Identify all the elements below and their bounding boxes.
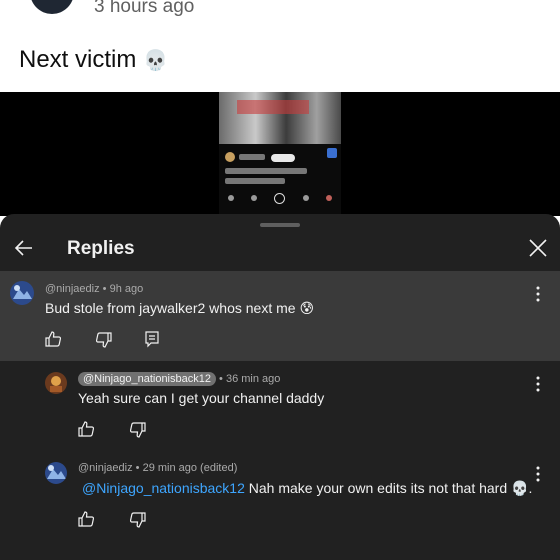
- skull-emoji: 💀: [511, 480, 529, 496]
- comment-time: 36 min ago: [225, 373, 281, 385]
- comment-icon[interactable]: [143, 330, 161, 348]
- skull-emoji: 💀: [143, 50, 168, 72]
- thumb-down-icon[interactable]: [129, 511, 147, 529]
- post-text-content: Next victim: [19, 46, 137, 73]
- replies-panel: Replies @ninjaediz • 9h ago Bud stole fr…: [0, 214, 560, 560]
- more-vertical-icon[interactable]: [535, 376, 541, 392]
- comment-meta: @Ninjago_nationisback12 • 36 min ago: [78, 372, 280, 386]
- comment-text: Yeah sure can I get your channel daddy: [78, 390, 325, 406]
- comment-author-chip[interactable]: @Ninjago_nationisback12: [78, 372, 216, 386]
- thumb-up-icon[interactable]: [44, 330, 62, 348]
- post-text: Next victim 💀: [19, 46, 168, 74]
- comment-meta: @ninjaediz • 29 min ago (edited): [78, 462, 238, 474]
- arrow-left-icon[interactable]: [12, 236, 36, 260]
- comment-author[interactable]: @ninjaediz: [78, 462, 133, 474]
- comment-meta: @ninjaediz • 9h ago: [45, 283, 144, 295]
- post-image[interactable]: [0, 92, 560, 216]
- more-vertical-icon[interactable]: [535, 466, 541, 482]
- comment-time: 9h ago: [109, 283, 144, 295]
- thumb-down-icon[interactable]: [129, 421, 147, 439]
- mention-link[interactable]: @Ninjago_nationisback12: [82, 480, 245, 496]
- avatar[interactable]: [10, 281, 34, 305]
- more-vertical-icon[interactable]: [535, 286, 541, 302]
- video-preview: [219, 92, 341, 144]
- avatar[interactable]: [45, 372, 67, 394]
- comment-thread-parent: @ninjaediz • 9h ago Bud stole from jaywa…: [0, 271, 560, 361]
- panel-title: Replies: [67, 238, 135, 259]
- post-header: 3 hours ago Next victim 💀: [0, 0, 560, 92]
- emoji: 😰: [299, 300, 315, 316]
- comment-text-content: Bud stole from jaywalker2 whos next me: [45, 300, 296, 316]
- post-author-avatar[interactable]: [30, 0, 74, 14]
- post-time: 3 hours ago: [94, 0, 195, 17]
- comment-text-content: Nah make your own edits its not that har…: [248, 480, 508, 496]
- comment-text: @Ninjago_nationisback12 Nah make your ow…: [82, 480, 532, 497]
- drag-handle[interactable]: [260, 223, 300, 227]
- thumb-up-icon[interactable]: [77, 420, 95, 438]
- comment-author[interactable]: @ninjaediz: [45, 283, 100, 295]
- close-icon[interactable]: [526, 236, 550, 260]
- screenshot-thumbnail: [219, 92, 341, 216]
- thumb-up-icon[interactable]: [77, 510, 95, 528]
- avatar[interactable]: [45, 462, 67, 484]
- thumb-down-icon[interactable]: [95, 331, 113, 349]
- comment-time: 29 min ago (edited): [142, 462, 238, 474]
- comment-text-suffix: .: [528, 480, 533, 496]
- comment-text: Bud stole from jaywalker2 whos next me 😰: [45, 300, 314, 317]
